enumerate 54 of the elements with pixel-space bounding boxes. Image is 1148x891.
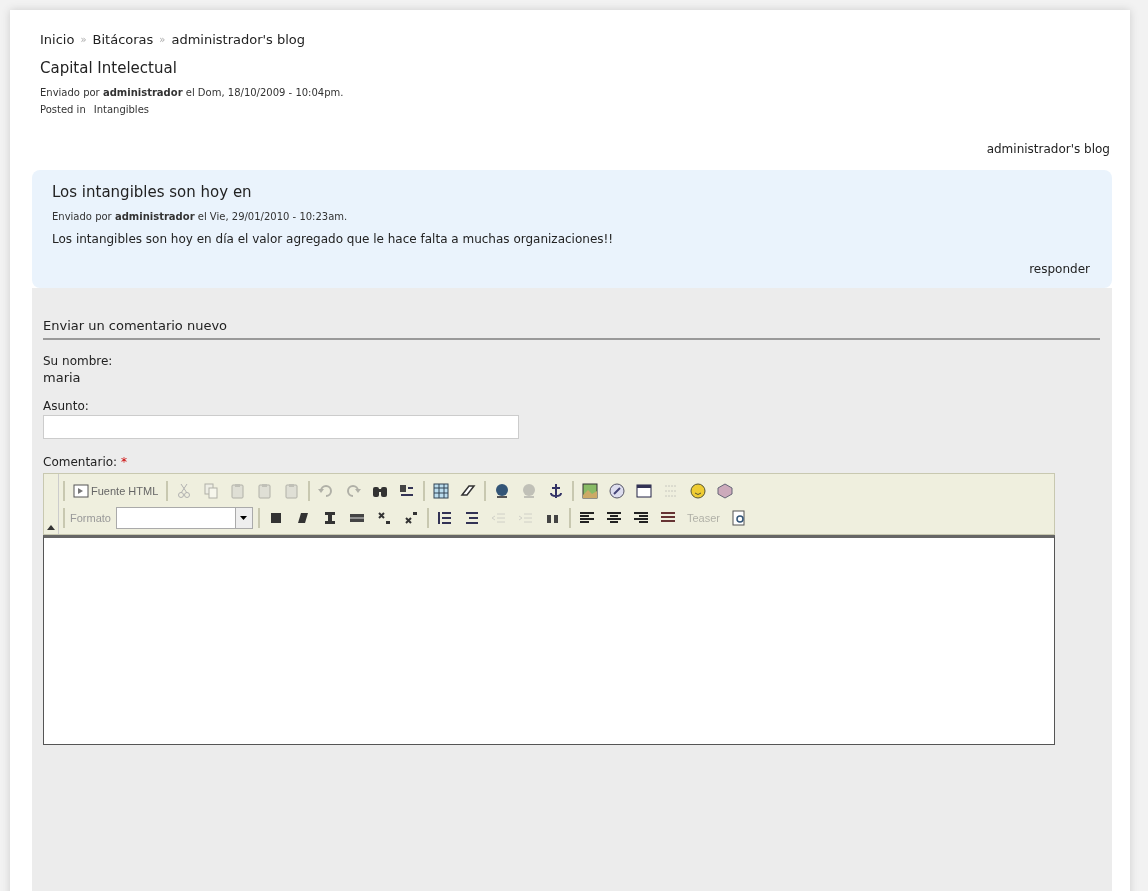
- comment-label: Comentario:: [43, 455, 118, 469]
- scissors-icon: [176, 482, 193, 499]
- breadcrumb-separator: »: [159, 34, 166, 45]
- comment-title: Los intangibles son hoy en: [52, 183, 253, 201]
- bullet-list-icon: [463, 509, 480, 526]
- anchor-icon: [548, 482, 565, 499]
- term-link[interactable]: Intangibles: [93, 104, 149, 115]
- redo-icon: [345, 482, 362, 499]
- eraser-icon: [460, 482, 477, 499]
- format-label: Formato: [70, 511, 111, 524]
- source-icon: [73, 482, 89, 499]
- reply-link[interactable]: responder: [1029, 262, 1090, 276]
- globe-icon: [521, 482, 538, 499]
- undo-icon: [318, 482, 335, 499]
- posted-in-label: Posted in: [40, 104, 86, 115]
- window-icon: [636, 482, 653, 499]
- breadcrumb-link[interactable]: Bitácoras: [92, 32, 154, 47]
- breadcrumb-separator: »: [80, 34, 87, 45]
- name-value: maria: [43, 370, 82, 385]
- table-icon: [433, 482, 450, 499]
- post-title: Capital Intelectual: [40, 59, 178, 77]
- blog-link[interactable]: administrador's blog: [986, 142, 1110, 156]
- preview-icon: [731, 509, 747, 526]
- paste-icon: [257, 482, 274, 499]
- comment-text: Los intangibles son hoy en día el valor agregado que le hace falta a muchas organizaciones!!: [52, 232, 615, 246]
- superscript-icon: [402, 509, 419, 526]
- collapse-button[interactable]: [44, 474, 59, 534]
- align-right-icon: [632, 509, 649, 526]
- globe-icon: [494, 482, 511, 499]
- comment-meta: Enviado por administrador el Vie, 29/01/2010 - 10:23am.: [52, 211, 349, 222]
- align-left-icon: [578, 509, 595, 526]
- name-label: Su nombre:: [43, 354, 114, 368]
- compass-icon: [609, 482, 626, 499]
- toolbar-button[interactable]: Fuente HTML: [70, 480, 162, 501]
- subject-field[interactable]: [43, 415, 519, 439]
- align-center-icon: [605, 509, 622, 526]
- replace-icon: [399, 482, 416, 499]
- image-icon: [582, 482, 599, 499]
- numbered-list-icon: [436, 509, 453, 526]
- smiley-icon: [690, 482, 707, 499]
- caret-icon: [240, 515, 248, 520]
- subscript-icon: [375, 509, 392, 526]
- paste-icon: [230, 482, 247, 499]
- cube-icon: [717, 482, 734, 499]
- paste-icon: [284, 482, 301, 499]
- subject-label: Asunto:: [43, 399, 90, 413]
- breadcrumb-link[interactable]: administrador's blog: [171, 32, 306, 47]
- comment-textarea[interactable]: [43, 535, 1055, 745]
- copy-icon: [203, 482, 220, 499]
- collapse-icon: [47, 525, 55, 530]
- form-heading: Enviar un comentario nuevo: [43, 318, 1100, 340]
- post-meta: Enviado por administrador el Dom, 18/10/2009 - 10:04pm.: [40, 87, 345, 98]
- breadcrumb-link[interactable]: Inicio: [40, 32, 75, 47]
- required-mark: *: [120, 455, 127, 469]
